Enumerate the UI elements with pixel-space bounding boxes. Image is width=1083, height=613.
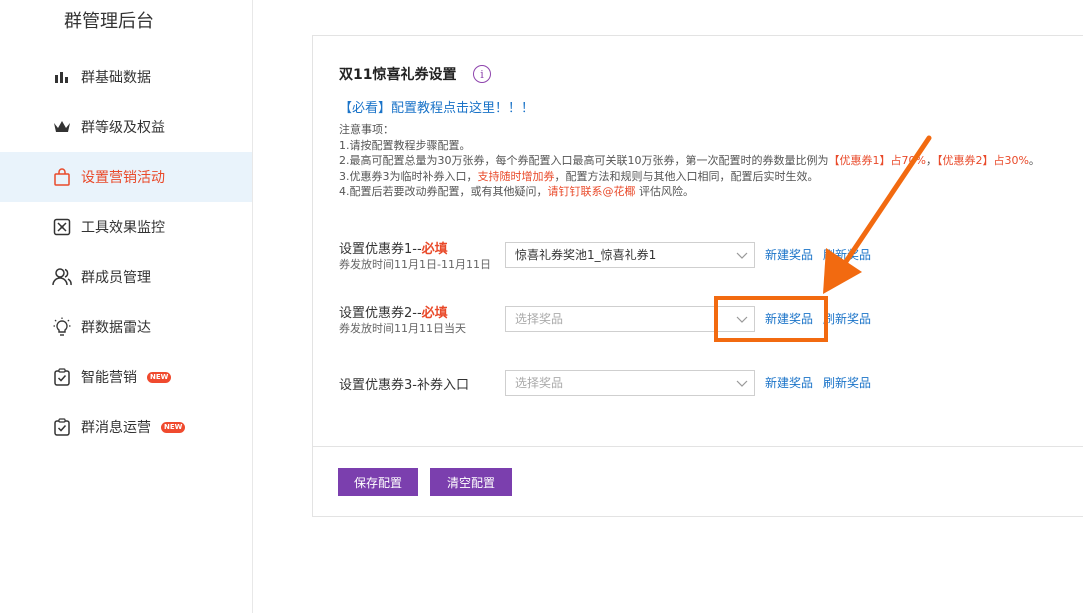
sidebar-item-label: 群等级及权益 (81, 120, 165, 136)
sidebar: 群管理后台 群基础数据 群等级及权益 设置营销活动 工具效果监控 群成员管理 群… (0, 0, 253, 613)
users-icon (52, 267, 72, 287)
sidebar-item-data-radar[interactable]: 群数据雷达 (0, 302, 252, 352)
app-title: 群管理后台 (64, 11, 154, 32)
sidebar-item-members[interactable]: 群成员管理 (0, 252, 252, 302)
sidebar-item-label: 工具效果监控 (81, 220, 165, 236)
clipboard-check-icon (52, 367, 72, 387)
new-prize-link-3[interactable]: 新建奖品 (765, 374, 813, 391)
sidebar-item-tool-monitor[interactable]: 工具效果监控 (0, 202, 252, 252)
coupon1-label: 设置优惠券1--必填 (339, 242, 448, 257)
sidebar-item-smart-marketing[interactable]: 智能营销 NEW (0, 352, 252, 402)
clear-config-button[interactable]: 清空配置 (430, 468, 512, 496)
new-badge: NEW (161, 421, 186, 433)
lightbulb-icon (52, 317, 72, 337)
new-prize-link-1[interactable]: 新建奖品 (765, 246, 813, 263)
contact-note: 请钉钉联系@花椰 (547, 185, 636, 198)
coupon3-label: 设置优惠券3-补券入口 (339, 378, 469, 393)
tutorial-link[interactable]: 【必看】配置教程点击这里！！！ (339, 97, 534, 116)
sidebar-item-label: 智能营销 (81, 370, 137, 386)
info-icon[interactable]: i (473, 65, 491, 83)
coupon-settings-panel: 双11惊喜礼券设置 i 【必看】配置教程点击这里！！！ 注意事项： 1.请按配置… (312, 35, 1083, 517)
notes-line-2: 2.最高可配置总量为30万张券，每个券配置入口最高可关联10万张券，第一次配置时… (339, 154, 1040, 167)
crown-icon (52, 117, 72, 137)
sidebar-item-message-ops[interactable]: 群消息运营 NEW (0, 402, 252, 452)
sidebar-item-label: 设置营销活动 (81, 170, 165, 186)
panel-divider (313, 446, 1083, 447)
coupon2-label: 设置优惠券2--必填 (339, 306, 448, 321)
monitor-tool-icon (52, 217, 72, 237)
refresh-prize-link-3[interactable]: 刷新奖品 (823, 374, 871, 391)
sidebar-item-marketing-activity[interactable]: 设置营销活动 (0, 152, 252, 202)
notes-line-1: 1.请按配置教程步骤配置。 (339, 138, 471, 152)
sidebar-item-label: 群基础数据 (81, 70, 151, 86)
coupon1-select[interactable]: 惊喜礼券奖池1_惊喜礼券1 (505, 242, 755, 268)
refresh-prize-link-1[interactable]: 刷新奖品 (823, 246, 871, 263)
coupon1-sub: 券发放时间11月1日-11月11日 (339, 258, 491, 271)
chevron-down-icon (736, 252, 748, 259)
coupon1-select-value: 惊喜礼券奖池1_惊喜礼券1 (515, 248, 657, 262)
notes-line-4: 4.配置后若要改动券配置，或有其他疑问，请钉钉联系@花椰 评估风险。 (339, 185, 694, 198)
sidebar-item-label: 群数据雷达 (81, 320, 151, 336)
chevron-down-icon (736, 380, 748, 387)
notes-heading: 注意事项： (339, 123, 394, 136)
sidebar-item-level-rights[interactable]: 群等级及权益 (0, 102, 252, 152)
anytime-add-note: 支持随时增加券 (477, 169, 555, 183)
refresh-prize-link-2[interactable]: 刷新奖品 (823, 310, 871, 327)
shopping-bag-icon (52, 167, 72, 187)
panel-title: 双11惊喜礼券设置 (339, 67, 457, 83)
coupon2-sub: 券发放时间11月11日当天 (339, 322, 466, 335)
main-content: 双11惊喜礼券设置 i 【必看】配置教程点击这里！！！ 注意事项： 1.请按配置… (253, 0, 1083, 613)
coupon2-select-placeholder: 选择奖品 (515, 312, 564, 326)
sidebar-item-label: 群成员管理 (81, 270, 151, 286)
save-config-button[interactable]: 保存配置 (338, 468, 418, 496)
notes: 注意事项： 1.请按配置教程步骤配置。 2.最高可配置总量为30万张券，每个券配… (339, 122, 1069, 200)
coupon1-ratio: 【优惠券1】占70% (828, 154, 926, 167)
coupon3-select-placeholder: 选择奖品 (515, 376, 564, 390)
sidebar-item-basic-data[interactable]: 群基础数据 (0, 52, 252, 102)
new-badge: NEW (147, 371, 172, 383)
annotation-highlight-box (714, 296, 828, 342)
coupon2-ratio: 【优惠券2】占30% (936, 154, 1029, 167)
notes-line-3: 3.优惠券3为临时补券入口，支持随时增加券，配置方法和规则与其他入口相同，配置后… (339, 169, 819, 183)
bar-chart-icon (52, 67, 72, 87)
coupon3-select[interactable]: 选择奖品 (505, 370, 755, 396)
clipboard-check-icon (52, 417, 72, 437)
sidebar-item-label: 群消息运营 (81, 420, 151, 436)
